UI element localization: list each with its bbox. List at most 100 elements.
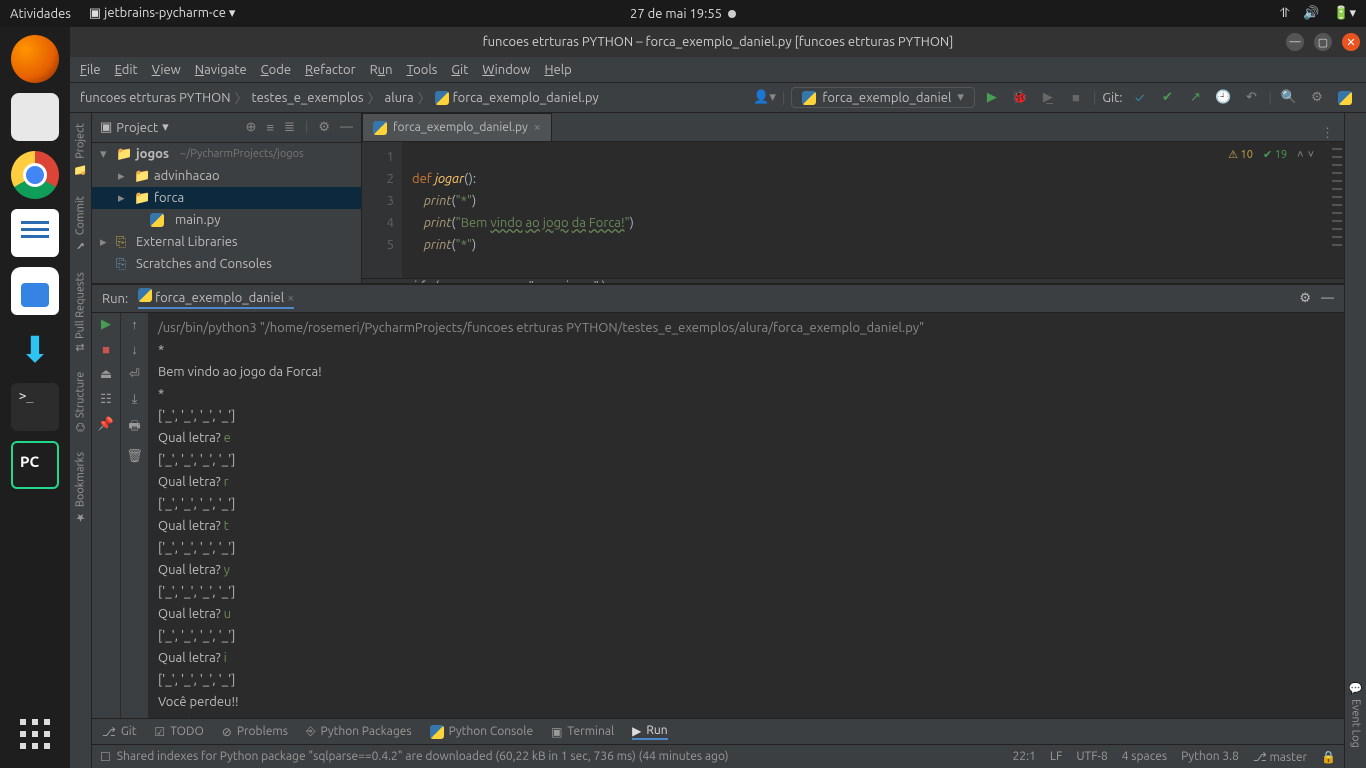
up-icon[interactable]: ↑ — [131, 317, 138, 332]
scroll-icon[interactable]: ⤓ — [132, 392, 138, 407]
wifi-icon[interactable]: ⥣ — [1280, 6, 1289, 21]
menu-run[interactable]: Run — [370, 63, 393, 77]
code-with-me-icon[interactable]: 👤▾ — [753, 90, 776, 105]
tool-pull-requests[interactable]: ⇅Pull Requests — [74, 272, 87, 352]
code-area[interactable]: 1 2 3 4 5 def jogar(): print("*") print(… — [362, 142, 1344, 278]
git-update-icon[interactable]: ✓ — [1129, 87, 1151, 109]
editor-tab[interactable]: forca_exemplo_daniel.py × — [362, 113, 552, 141]
menu-view[interactable]: View — [152, 63, 181, 77]
layout-icon[interactable]: ☷ — [100, 392, 112, 407]
breadcrumbs[interactable]: funcoes etrturas PYTHON〉 testes_e_exempl… — [80, 88, 599, 107]
tree-folder-advinhacao[interactable]: ▸📁advinhacao — [92, 165, 361, 187]
next-highlight-icon[interactable]: ˅ — [1308, 149, 1314, 161]
dock-libreoffice[interactable] — [11, 209, 59, 257]
crumb-file[interactable]: forca_exemplo_daniel.py — [453, 91, 599, 105]
panel-settings-icon[interactable]: ⚙ — [318, 120, 330, 135]
dock-pycharm[interactable] — [11, 441, 59, 489]
tree-scratches[interactable]: ⎘Scratches and Consoles — [92, 253, 361, 275]
run-button[interactable]: ▶ — [981, 87, 1003, 109]
project-header[interactable]: ▣ Project ▾ — [100, 120, 169, 135]
clock[interactable]: 27 de mai 19:55 — [630, 7, 722, 21]
menu-code[interactable]: Code — [261, 63, 291, 77]
tool-structure[interactable]: ⌬Structure — [74, 372, 87, 432]
git-history-icon[interactable]: 🕘 — [1213, 87, 1235, 109]
close-button[interactable]: ✕ — [1342, 33, 1360, 51]
panel-hide-icon[interactable]: — — [340, 120, 353, 135]
crumb-root[interactable]: funcoes etrturas PYTHON — [80, 91, 231, 105]
wrap-icon[interactable]: ⏎ — [129, 367, 140, 382]
menu-refactor[interactable]: Refactor — [305, 63, 356, 77]
tree-root[interactable]: ▾📁 jogos ~/PycharmProjects/jogos — [92, 143, 361, 165]
battery-icon[interactable]: 🔋▾ — [1333, 6, 1356, 21]
status-interpreter[interactable]: Python 3.8 — [1181, 750, 1239, 764]
minimize-button[interactable]: — — [1286, 33, 1304, 51]
run-settings-icon[interactable]: ⚙ — [1299, 291, 1311, 306]
tree-file-main[interactable]: main.py — [92, 209, 361, 231]
git-commit-icon[interactable]: ✔ — [1157, 87, 1179, 109]
menu-navigate[interactable]: Navigate — [195, 63, 247, 77]
dock-terminal[interactable] — [11, 383, 59, 431]
tree-folder-forca[interactable]: ▸📁forca — [92, 187, 361, 209]
run-config-selector[interactable]: forca_exemplo_daniel ▾ — [791, 87, 975, 108]
pin-icon[interactable]: 📌 — [98, 417, 114, 432]
locate-icon[interactable]: ⊕ — [245, 120, 256, 135]
collapse-all-icon[interactable]: ≣ — [284, 120, 295, 135]
tool-problems[interactable]: ⊘Problems — [222, 725, 288, 739]
tree-external-libs[interactable]: ▸⎘External Libraries — [92, 231, 361, 253]
project-tree[interactable]: ▾📁 jogos ~/PycharmProjects/jogos ▸📁advin… — [92, 143, 361, 283]
menu-help[interactable]: Help — [545, 63, 572, 77]
dock-apps-grid[interactable] — [11, 710, 59, 758]
tool-terminal[interactable]: ▣Terminal — [551, 725, 614, 739]
status-indent[interactable]: 4 spaces — [1122, 750, 1167, 764]
rerun-icon[interactable]: ▶ — [101, 317, 111, 332]
menu-git[interactable]: Git — [451, 63, 468, 77]
dock-downloads[interactable]: ⬇ — [11, 325, 59, 373]
status-encoding[interactable]: UTF-8 — [1076, 750, 1107, 764]
git-rollback-icon[interactable]: ↶ — [1241, 87, 1263, 109]
tool-todo[interactable]: ☑TODO — [154, 725, 203, 739]
expand-all-icon[interactable]: ≡ — [266, 120, 274, 135]
run-hide-icon[interactable]: — — [1321, 291, 1334, 306]
tab-close-icon[interactable]: × — [534, 121, 541, 134]
maximize-button[interactable]: ▢ — [1314, 33, 1332, 51]
menu-tools[interactable]: Tools — [407, 63, 438, 77]
menu-file[interactable]: File — [80, 63, 101, 77]
tool-git[interactable]: ⎇Git — [102, 725, 136, 739]
status-eol[interactable]: LF — [1050, 750, 1062, 764]
menu-edit[interactable]: Edit — [115, 63, 138, 77]
crumb-2[interactable]: alura — [385, 91, 414, 105]
coverage-button[interactable]: ▶̲ — [1037, 87, 1059, 109]
tool-run[interactable]: ▶Run — [632, 724, 667, 740]
git-push-icon[interactable]: ↗ — [1185, 87, 1207, 109]
python-sdk-icon[interactable] — [1334, 87, 1356, 109]
exit-icon[interactable]: ⏏ — [100, 367, 112, 382]
status-caret[interactable]: 22:1 — [1013, 750, 1036, 764]
clear-icon[interactable]: 🗑 — [126, 449, 143, 464]
dock-chrome[interactable] — [11, 151, 59, 199]
tool-python-console[interactable]: Python Console — [430, 725, 534, 739]
status-lock-icon[interactable]: 🔒 — [1321, 750, 1336, 764]
activities-button[interactable]: Atividades — [10, 7, 71, 21]
dock-files[interactable] — [11, 93, 59, 141]
search-everywhere-icon[interactable]: 🔍 — [1278, 87, 1300, 109]
status-message[interactable]: Shared indexes for Python package "sqlpa… — [117, 750, 729, 763]
tool-packages[interactable]: ⎆Python Packages — [306, 725, 412, 739]
dock-firefox[interactable] — [11, 35, 59, 83]
status-icon[interactable]: ☐ — [100, 750, 111, 764]
run-config-tab[interactable]: forca_exemplo_daniel × — [138, 288, 294, 309]
menu-window[interactable]: Window — [482, 63, 530, 77]
tool-bookmarks[interactable]: ★Bookmarks — [74, 452, 87, 524]
tool-project[interactable]: 📁Project — [74, 123, 87, 176]
tool-commit[interactable]: ✔Commit — [74, 196, 87, 252]
volume-icon[interactable]: 🔊 — [1303, 6, 1319, 21]
stop-button[interactable]: ■ — [1065, 87, 1087, 109]
prev-highlight-icon[interactable]: ˄ — [1297, 149, 1303, 161]
app-indicator[interactable]: ▣ jetbrains-pycharm-ce ▾ — [89, 6, 235, 21]
down-icon[interactable]: ↓ — [131, 342, 138, 357]
console-output[interactable]: /usr/bin/python3 "/home/rosemeri/Pycharm… — [148, 313, 1344, 718]
print-icon[interactable]: 🖶 — [128, 417, 140, 439]
status-branch[interactable]: ⎇ master — [1253, 750, 1307, 764]
crumb-1[interactable]: testes_e_exemplos — [252, 91, 364, 105]
stop-icon[interactable]: ■ — [102, 342, 110, 357]
debug-button[interactable]: 🐞 — [1009, 87, 1031, 109]
